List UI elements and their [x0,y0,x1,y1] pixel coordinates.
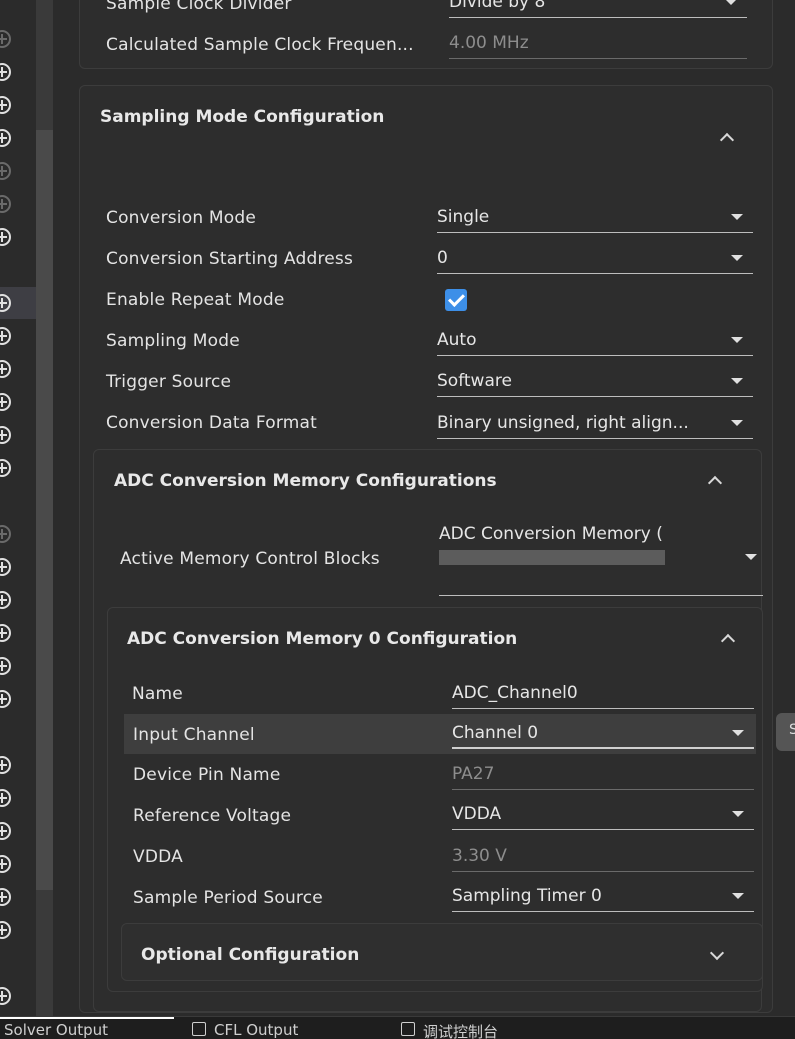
sampling-mode-title: Sampling Mode Configuration [100,107,385,127]
data-format-select[interactable]: Binary unsigned, right align... [437,409,753,439]
input-channel-row-highlight [124,714,756,754]
data-format-label: Conversion Data Format [106,413,318,433]
chevron-down-icon [731,420,743,426]
tab-debug-console[interactable]: 调试控制台 [423,1021,498,1039]
sample-clock-divider-label: Sample Clock Divider [106,0,292,14]
active-memory-blocks-label: Active Memory Control Blocks [120,549,380,569]
output-icon [192,1022,206,1036]
configuration-panel: Sample Clock Divider Divide by 8 Calcula… [53,0,795,1016]
conversion-mode-select[interactable]: Single [437,203,753,233]
memory-0-section [107,607,763,992]
name-input[interactable]: ADC_Channel0 [452,679,754,709]
chevron-down-icon [731,337,743,343]
active-tab-indicator [0,1017,174,1019]
active-memory-block-chip: ADC Conversion Memory ( [439,524,663,544]
side-panel-tab[interactable]: S [776,713,795,751]
chevron-down-icon [725,0,737,5]
calculated-frequency-value: 4.00 MHz [449,29,747,59]
conversion-start-address-label: Conversion Starting Address [106,249,354,269]
active-memory-blocks-select[interactable]: ADC Conversion Memory ( [439,520,763,596]
repeat-mode-label: Enable Repeat Mode [106,290,285,310]
bottom-panel-tabs: Solver Output CFL Output 调试控制台 [0,1016,795,1039]
tree-scrollbar-thumb[interactable] [36,130,53,890]
chevron-up-icon[interactable] [719,130,733,144]
tab-solver-output[interactable]: Solver Output [4,1021,108,1039]
chevron-down-icon [745,554,757,560]
chip-scrollbar [439,550,665,565]
repeat-mode-checkbox[interactable] [445,289,467,311]
tab-cfl-output[interactable]: CFL Output [214,1021,298,1039]
calculated-frequency-label: Calculated Sample Clock Frequen... [106,35,414,55]
trigger-source-select[interactable]: Software [437,367,753,397]
sampling-mode-select[interactable]: Auto [437,326,753,356]
chevron-down-icon [731,214,743,220]
console-icon [401,1022,415,1036]
conversion-mode-label: Conversion Mode [106,208,257,228]
chevron-down-icon [731,378,743,384]
chevron-down-icon [731,255,743,261]
sample-clock-divider-select[interactable]: Divide by 8 [449,0,747,18]
conversion-start-address-select[interactable]: 0 [437,244,753,274]
sampling-mode-label: Sampling Mode [106,331,240,351]
memory-configurations-title: ADC Conversion Memory Configurations [114,471,497,491]
chevron-up-icon[interactable] [707,473,721,487]
chevron-up-icon[interactable] [720,631,734,645]
memory-0-title: ADC Conversion Memory 0 Configuration [127,629,518,649]
name-label: Name [132,684,183,704]
trigger-source-label: Trigger Source [106,372,232,392]
